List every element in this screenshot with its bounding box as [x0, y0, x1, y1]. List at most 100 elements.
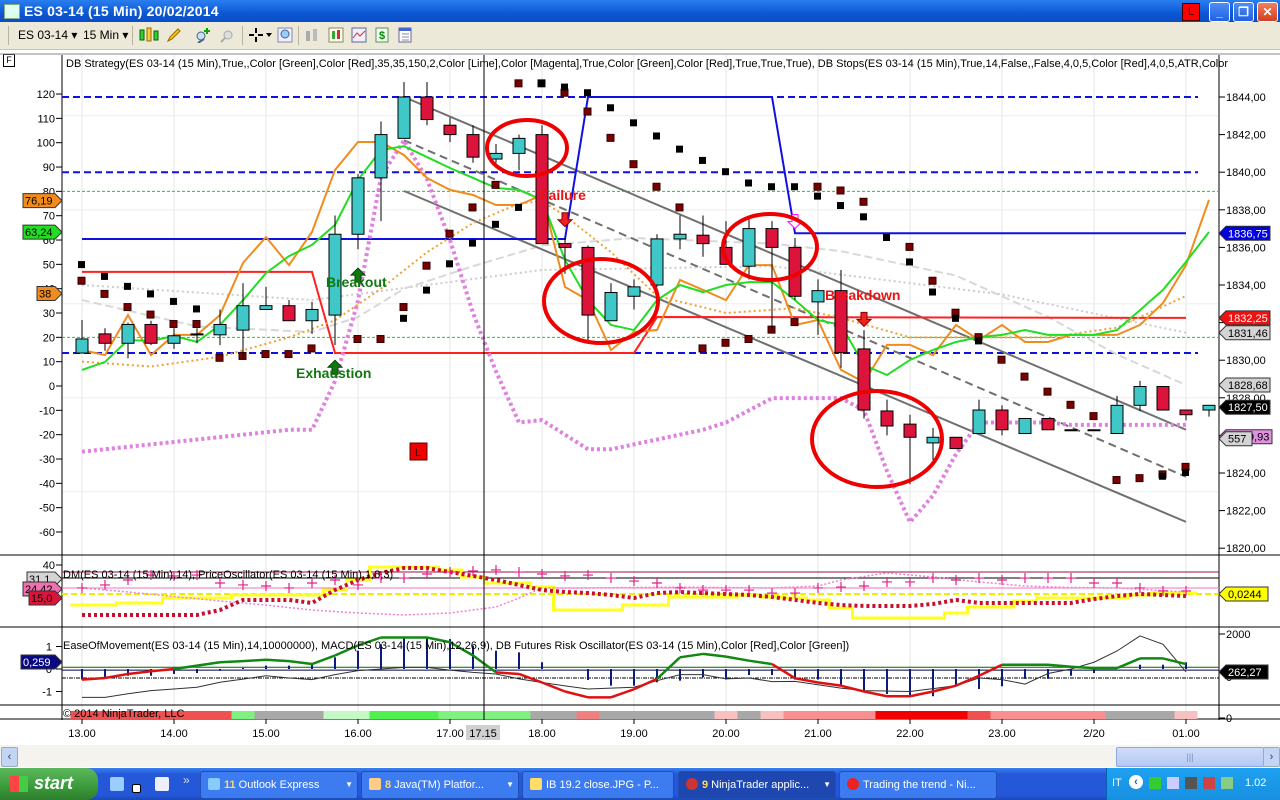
task-image-viewer[interactable]: IB 19.2 close.JPG - P... — [522, 771, 674, 799]
task-ninjatrader[interactable]: 9 NinjaTrader applic... ▼ — [678, 771, 836, 799]
system-tray: IT ‹ 1.02 — [1106, 768, 1280, 800]
stop-dot-black — [561, 83, 568, 91]
security-icon[interactable] — [1203, 777, 1215, 789]
stop-dot-black — [676, 145, 683, 153]
time-axis-label: 16.00 — [344, 728, 372, 740]
stop-dot-darkred — [859, 197, 868, 206]
stop-dot-black — [469, 239, 476, 247]
panel2-value-tag: 15,0 — [28, 590, 63, 606]
task-label: IB 19.2 close.JPG - P... — [546, 779, 659, 791]
risk-strip-cell — [783, 711, 807, 719]
price-chart[interactable]: Failure Breakout Exhaustion Breakdown L 1844… — [0, 0, 1280, 745]
dm-cross-marker — [77, 582, 87, 593]
network-icon[interactable] — [1149, 777, 1161, 789]
candle-up — [972, 409, 986, 435]
stop-dot-black — [1182, 469, 1189, 476]
horizontal-scrollbar[interactable]: ‹ ||| › — [0, 745, 1280, 767]
green-oscillator-line — [81, 145, 1210, 377]
stop-dot-darkred — [445, 229, 454, 238]
start-button[interactable]: start — [0, 768, 98, 800]
candle-up — [1018, 417, 1032, 435]
notepad-quicklaunch-icon[interactable] — [155, 777, 169, 791]
stop-dot-darkred — [491, 180, 500, 189]
stop-dot-darkred — [813, 182, 822, 191]
stop-dot-darkred — [1043, 387, 1052, 396]
stop-dot-darkred — [997, 355, 1006, 364]
oscillator-axis-label: -60 — [39, 527, 55, 539]
task-java[interactable]: 8 Java(TM) Platfor... ▼ — [361, 771, 519, 799]
risk-strip-cell — [691, 711, 715, 719]
panel3-value-tag: 0,259 — [20, 654, 63, 670]
risk-oscillator-segment — [702, 652, 727, 658]
price-tag: 1836,75 — [1218, 225, 1271, 241]
risk-oscillator-segment — [633, 677, 658, 691]
messenger-icon[interactable] — [1167, 777, 1179, 789]
risk-oscillator-segment — [863, 690, 888, 698]
ninjatrader-icon — [686, 778, 698, 790]
stop-dot-darkred — [376, 335, 385, 344]
scroll-thumb[interactable]: ||| — [1116, 747, 1264, 767]
panel3-axis-label: 1 — [46, 642, 52, 654]
price-axis-label: 1836,00 — [1226, 242, 1266, 254]
tray-collapse-button[interactable]: ‹ — [1129, 775, 1143, 789]
risk-oscillator-segment — [1162, 657, 1187, 666]
candle-up — [351, 177, 365, 235]
price-tag-text: 15,0 — [31, 593, 52, 605]
stop-dot-black — [78, 261, 85, 269]
volume-icon[interactable] — [1221, 777, 1233, 789]
candle-down — [98, 333, 112, 344]
scroll-left-button[interactable]: ‹ — [1, 747, 18, 767]
task-opera-browser[interactable]: Trading the trend - Ni... — [839, 771, 997, 799]
risk-oscillator-segment — [1047, 663, 1072, 668]
stop-dot-black — [906, 258, 913, 266]
risk-strip-cell — [300, 711, 324, 719]
time-axis-label: 20.00 — [712, 728, 740, 740]
stop-dot-black — [170, 297, 177, 305]
stop-dot-darkred — [284, 350, 293, 359]
price-tag-text: 0,259 — [23, 657, 51, 669]
risk-oscillator-segment — [564, 690, 589, 699]
scroll-right-button[interactable]: › — [1263, 747, 1280, 767]
price-tag: 1827,50 — [1218, 399, 1271, 415]
stop-dot-darkred — [652, 182, 661, 191]
risk-strip-cell — [967, 711, 991, 719]
oscillator-axis-label: 120 — [37, 89, 55, 101]
stop-dot-darkred — [1112, 476, 1121, 485]
oscillator-axis-label: -40 — [39, 478, 55, 490]
candle-up — [926, 436, 940, 444]
candle-up — [1133, 386, 1147, 406]
time-axis-label: 2/20 — [1083, 728, 1104, 740]
dm-cross-marker — [514, 567, 524, 578]
chevron-down-icon: ▼ — [823, 780, 831, 789]
stop-dot-darkred — [606, 133, 615, 142]
stop-dot-black — [400, 314, 407, 322]
candle-down — [765, 228, 779, 248]
stop-dot-black — [607, 104, 614, 112]
monitor-icon[interactable] — [1185, 777, 1197, 789]
chart-grid — [62, 55, 1219, 720]
ie-quicklaunch-icon[interactable] — [110, 777, 124, 791]
strip-axis-label: 0 — [1226, 713, 1232, 725]
task-outlook-express[interactable]: 11 Outlook Express ▼ — [200, 771, 358, 799]
price-tag-text: 557 — [1228, 434, 1246, 446]
risk-strip-cell — [852, 711, 876, 719]
clock: 1.02 — [1245, 777, 1267, 789]
stop-dot-darkred — [629, 160, 638, 169]
quicklaunch-overflow[interactable]: » — [183, 773, 190, 787]
stop-dot-black — [630, 119, 637, 127]
risk-strip-cell — [806, 711, 830, 719]
candle-up — [1087, 429, 1101, 432]
oscillator-axis-label: -30 — [39, 454, 55, 466]
candle-down — [949, 436, 963, 450]
show-desktop-icon[interactable] — [132, 784, 141, 793]
time-axis-label: 01.00 — [1172, 728, 1200, 740]
breakout-label: Breakout — [326, 274, 387, 290]
candle-down — [1041, 417, 1055, 431]
exhaustion-label: Exhaustion — [296, 365, 371, 381]
price-tag-text: 63,24 — [25, 227, 53, 239]
stop-dot-black — [929, 288, 936, 296]
risk-strip-cell — [553, 711, 577, 719]
task-label: Java(TM) Platfor... — [394, 779, 484, 791]
language-indicator[interactable]: IT — [1112, 777, 1122, 789]
dm-cross-marker — [537, 569, 547, 579]
